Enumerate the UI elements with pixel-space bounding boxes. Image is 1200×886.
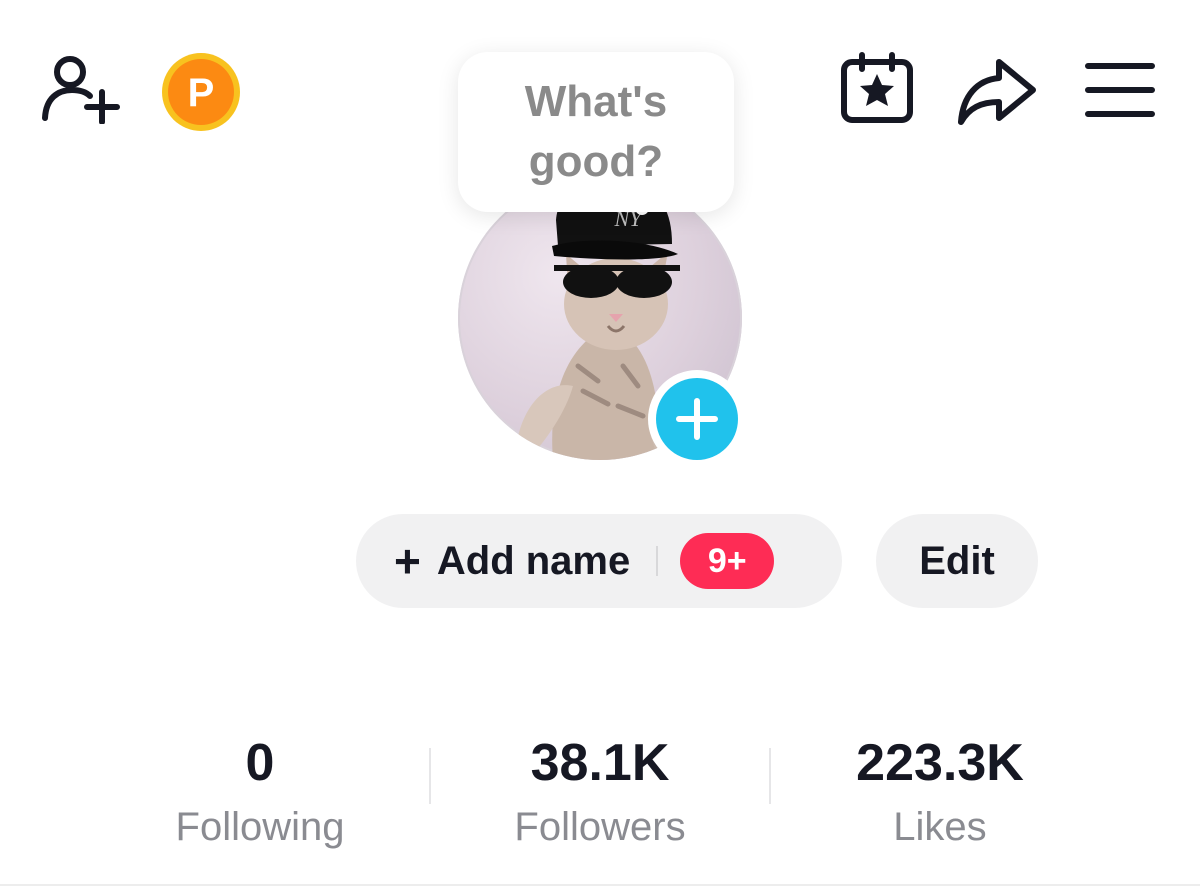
likes-label: Likes <box>893 805 987 849</box>
add-name-button[interactable]: + Add name 9+ <box>356 514 842 608</box>
status-bubble-text: What's good? <box>524 77 668 186</box>
stat-divider <box>429 748 431 804</box>
edit-profile-button[interactable]: Edit <box>876 514 1038 608</box>
profile-page: P What's good? NY + Add name 9+ Edit 0 F… <box>0 0 1200 886</box>
stat-followers[interactable]: 38.1K Followers <box>450 728 750 856</box>
button-separator <box>656 546 659 576</box>
stat-divider <box>769 748 771 804</box>
points-letter: P <box>188 71 215 115</box>
following-count: 0 <box>245 734 275 792</box>
notification-badge: 9+ <box>680 533 775 589</box>
add-name-plus-icon: + <box>394 535 421 587</box>
add-avatar-button[interactable] <box>648 370 746 468</box>
status-bubble[interactable]: What's good? <box>458 52 734 212</box>
stat-likes[interactable]: 223.3K Likes <box>790 728 1090 856</box>
following-label: Following <box>175 805 345 849</box>
likes-count: 223.3K <box>856 734 1024 792</box>
followers-count: 38.1K <box>530 734 670 792</box>
followers-label: Followers <box>514 805 686 849</box>
calendar-star-icon[interactable] <box>840 52 916 124</box>
add-friend-icon[interactable] <box>40 52 120 125</box>
share-icon[interactable] <box>955 56 1039 128</box>
plus-icon <box>676 398 718 440</box>
add-name-label: Add name <box>436 538 631 583</box>
stat-following[interactable]: 0 Following <box>110 728 410 856</box>
menu-icon[interactable] <box>1084 60 1156 120</box>
points-coin-icon[interactable]: P <box>160 52 242 132</box>
